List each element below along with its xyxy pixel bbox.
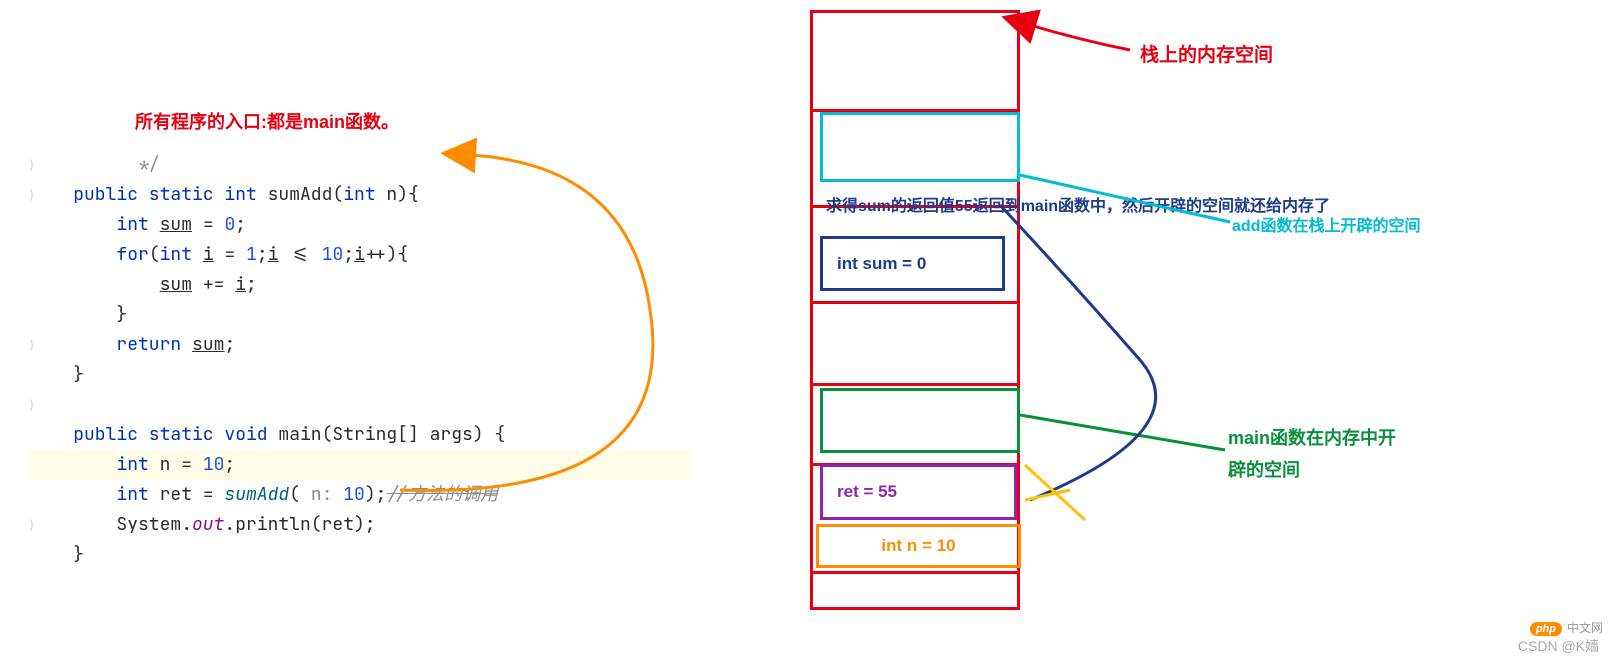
text: ( [149, 243, 160, 266]
kw-int: int [224, 183, 256, 206]
stack-main-frame [820, 388, 1020, 453]
indent [30, 273, 160, 296]
stack-outer-border [810, 10, 1020, 610]
text: ; [343, 243, 354, 266]
stack-divider [813, 571, 1017, 574]
comment: */ [30, 153, 160, 176]
stack-add-frame [820, 112, 1020, 182]
indent [30, 333, 116, 356]
line-green [1020, 415, 1225, 450]
indent [30, 483, 116, 506]
text: main(String[] args) { [268, 423, 506, 446]
num: 1 [246, 243, 257, 266]
var-sum: sum [160, 213, 192, 236]
label-add-space: add函数在栈上开辟的空间 [1232, 212, 1420, 236]
text [149, 213, 160, 236]
line-yellow-1 [1025, 465, 1085, 520]
highlight-line: int n = 10; [30, 450, 690, 480]
code-block: */ public static int sumAdd(int n){ int … [30, 150, 690, 570]
stack-diagram: int sum = 0 ret = 55 int n = 10 [810, 10, 1020, 610]
brace: } [30, 363, 84, 386]
kw-public: public static [30, 183, 224, 206]
kw-void: void [224, 423, 267, 446]
kw-int: int [343, 183, 375, 206]
method-sumadd: sumAdd [224, 483, 289, 506]
curve-sum-to-ret [1000, 205, 1156, 500]
kw-for: for [116, 243, 148, 266]
num: 0 [224, 213, 235, 236]
out-field: out [192, 513, 224, 536]
text: n = [149, 453, 203, 476]
text: = [214, 243, 246, 266]
indent [30, 453, 116, 476]
kw-int: int [116, 453, 148, 476]
text: = [192, 213, 224, 236]
kw-int: int [160, 243, 192, 266]
text: ; [224, 333, 235, 356]
kw-return: return [116, 333, 181, 356]
line-yellow-2 [1025, 490, 1070, 500]
brace: } [30, 303, 127, 326]
param-hint: n: [300, 483, 343, 506]
text: <= [279, 243, 322, 266]
arrow-stack-label [1030, 25, 1130, 50]
text: ); [365, 483, 387, 506]
indent [30, 213, 116, 236]
indent: System. [30, 513, 192, 536]
num: 10 [343, 483, 365, 506]
var-i: i [235, 273, 246, 296]
brace: } [30, 543, 84, 566]
text: ; [235, 213, 246, 236]
text: sumAdd( [257, 183, 343, 206]
text: ( [289, 483, 300, 506]
label-main-space-l1: main函数在内存中开 [1228, 428, 1396, 448]
stack-divider [813, 301, 1017, 304]
num: 10 [203, 453, 225, 476]
num: 10 [322, 243, 344, 266]
text: += [192, 273, 235, 296]
text [192, 243, 203, 266]
text [181, 333, 192, 356]
text: ; [246, 273, 257, 296]
kw-public: public static [30, 423, 224, 446]
text: ; [224, 453, 235, 476]
label-main-space: main函数在内存中开 辟的空间 [1228, 422, 1396, 487]
var-i: i [268, 243, 279, 266]
text: ret = [149, 483, 225, 506]
var-sum: sum [160, 273, 192, 296]
kw-int: int [116, 483, 148, 506]
label-stack-memory: 栈上的内存空间 [1140, 40, 1273, 67]
var-i: i [203, 243, 214, 266]
var-i: i [354, 243, 365, 266]
var-sum: sum [192, 333, 224, 356]
php-badge: php [1530, 622, 1562, 636]
kw-int: int [116, 213, 148, 236]
stack-sum-box: int sum = 0 [820, 236, 1005, 291]
text: ++){ [365, 243, 408, 266]
text: .println(ret); [224, 513, 375, 536]
stack-ret-box: ret = 55 [820, 464, 1017, 520]
stack-divider [813, 383, 1017, 386]
comment-struck: //方法的调用 [386, 483, 498, 506]
label-main-space-l2: 辟的空间 [1228, 460, 1300, 480]
text: ; [257, 243, 268, 266]
stack-n-box: int n = 10 [816, 524, 1021, 568]
php-text: 中文网 [1567, 619, 1603, 636]
watermark: CSDN @K嫱 [1518, 636, 1599, 656]
title-annotation: 所有程序的入口:都是main函数。 [135, 108, 399, 134]
indent [30, 243, 116, 266]
text: n){ [376, 183, 419, 206]
